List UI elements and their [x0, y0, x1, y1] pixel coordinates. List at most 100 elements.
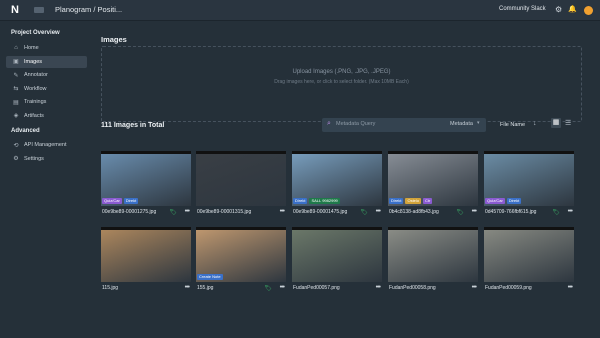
more-options-icon[interactable]: •••: [185, 208, 190, 215]
sidebar-section-project[interactable]: Project Overview: [11, 30, 60, 36]
annotation-tags: Direkt Ostelo Ctr: [389, 198, 433, 204]
thumbnail-top-strip: [484, 227, 574, 230]
tag-icon[interactable]: 🏷: [169, 209, 177, 216]
more-options-icon[interactable]: •••: [280, 208, 285, 215]
annotation-tags: Direkt SALL 9982999: [293, 198, 340, 204]
bell-icon[interactable]: 🔔: [568, 5, 577, 13]
sidebar-item-label: Workflow: [24, 85, 47, 92]
search-mode-select[interactable]: Metadata: [450, 121, 473, 127]
api-icon: ⟲: [13, 142, 19, 149]
thumbnail-top-strip: [484, 151, 574, 154]
tag-icon[interactable]: 🏷: [552, 209, 560, 216]
more-options-icon[interactable]: •••: [568, 208, 573, 215]
image-thumbnail[interactable]: Quiz/Car Direkt: [484, 151, 574, 206]
image-filename: 00e9be89-00001315.jpg: [197, 209, 252, 215]
annotation-tag: Ostelo: [405, 198, 422, 204]
breadcrumb[interactable]: Planogram / Positi...: [55, 5, 122, 14]
list-view-icon[interactable]: ☰: [565, 119, 571, 127]
image-card[interactable]: Quiz/Car Direkt 0d45709-766fbf615.jpg 🏷 •••: [484, 151, 574, 216]
upload-dropzone[interactable]: Upload Images (.PNG, .JPG, .JPEG) Drag i…: [101, 46, 582, 122]
image-card[interactable]: FudanPed00058.png •••: [388, 227, 478, 291]
sidebar-item-label: Home: [24, 45, 39, 51]
image-card[interactable]: FudanPed00057.png •••: [292, 227, 382, 291]
search-icon: ⌕: [327, 120, 331, 127]
annotation-tag: Direkt: [389, 198, 404, 204]
image-thumbnail[interactable]: Direkt Ostelo Ctr: [388, 151, 478, 206]
page-title: Images: [101, 35, 127, 44]
tag-icon[interactable]: 🏷: [360, 209, 368, 216]
image-card[interactable]: Direkt Ostelo Ctr 0b4c8138-ad8fb43.jpg 🏷 •••: [388, 151, 478, 216]
more-options-icon[interactable]: •••: [568, 284, 573, 291]
thumbnail-top-strip: [388, 151, 478, 154]
image-thumbnail[interactable]: Quiz/Car Direkt: [101, 151, 191, 206]
app-logo[interactable]: N: [11, 5, 21, 16]
image-thumbnail[interactable]: [196, 151, 286, 206]
image-card[interactable]: Quiz/Car Direkt 00e9be89-00001275.jpg 🏷 •••: [101, 151, 191, 216]
image-filename: FudanPed00058.png: [389, 285, 436, 291]
annotation-tag: Direkt: [293, 198, 308, 204]
sidebar-item-label: Artifacts: [24, 112, 44, 119]
image-card[interactable]: Direkt SALL 9982999 00e9be89-00001475.jpg 🏷…: [292, 151, 382, 216]
community-slack-link[interactable]: Community Slack: [499, 6, 546, 12]
gear-icon[interactable]: ⚙: [555, 5, 562, 14]
sidebar-item-label: API Management: [24, 142, 67, 148]
image-thumbnail[interactable]: [484, 227, 574, 282]
annotation-tag: Quiz/Car: [485, 198, 505, 204]
sidebar-item-settings[interactable]: ⚙ Settings: [6, 153, 87, 165]
image-filename: 115.jpg: [102, 285, 119, 291]
sidebar-item-images[interactable]: ▣ Images: [6, 55, 87, 68]
image-card[interactable]: 00e9be89-00001315.jpg •••: [196, 151, 286, 215]
annotator-icon: ✎: [13, 72, 19, 79]
trainings-icon: ▤: [13, 99, 19, 106]
image-card[interactable]: 115.jpg •••: [101, 227, 191, 291]
image-thumbnail[interactable]: [101, 227, 191, 282]
more-options-icon[interactable]: •••: [376, 284, 381, 291]
upload-title: Upload Images (.PNG, .JPG, .JPEG): [292, 69, 391, 75]
tag-icon[interactable]: 🏷: [456, 209, 464, 216]
sidebar: Project Overview ⌂ Home ▣ Images ✎ Annotator ⇆…: [0, 22, 91, 338]
thumbnail-top-strip: [101, 151, 191, 154]
more-options-icon[interactable]: •••: [185, 284, 190, 291]
sidebar-item-annotator[interactable]: ✎ Annotator: [6, 69, 87, 81]
image-icon: ▣: [13, 59, 19, 65]
more-options-icon[interactable]: •••: [472, 284, 477, 291]
image-thumbnail[interactable]: [388, 227, 478, 282]
sidebar-item-trainings[interactable]: ▤ Trainings: [6, 96, 87, 108]
annotation-tag: Create Note: [197, 274, 223, 280]
image-thumbnail[interactable]: Create Note: [196, 227, 286, 282]
sidebar-item-workflow[interactable]: ⇆ Workflow: [6, 83, 87, 95]
search-input[interactable]: Metadata Query: [336, 121, 375, 127]
sort-select[interactable]: File Name: [500, 122, 525, 128]
more-options-icon[interactable]: •••: [376, 208, 381, 215]
sidebar-item-api-management[interactable]: ⟲ API Management: [6, 139, 87, 151]
image-thumbnail[interactable]: Direkt SALL 9982999: [292, 151, 382, 206]
workflow-icon: ⇆: [13, 86, 19, 92]
sidebar-item-home[interactable]: ⌂ Home: [6, 42, 87, 54]
sidebar-item-artifacts[interactable]: ◈ Artifacts: [6, 110, 87, 122]
thumbnail-top-strip: [292, 227, 382, 230]
thumbnail-top-strip: [292, 151, 382, 154]
grid-view-icon[interactable]: ▦: [551, 118, 561, 128]
annotation-tag: Direkt: [506, 198, 522, 204]
metadata-search[interactable]: ⌕ Metadata Query Metadata ▾: [322, 118, 486, 132]
image-filename: 00e9be89-00001475.jpg: [293, 209, 348, 215]
image-thumbnail[interactable]: [292, 227, 382, 282]
image-card[interactable]: FudanPed00059.png •••: [484, 227, 574, 291]
chevron-down-icon[interactable]: ▾: [477, 120, 480, 126]
upload-hint: Drag images here, or click to select fol…: [274, 79, 409, 85]
sort-direction-icon[interactable]: ↓: [533, 120, 537, 127]
thumbnail-top-strip: [388, 227, 478, 230]
sidebar-item-label: Images: [24, 58, 43, 65]
images-count: 111 Images in Total: [101, 122, 165, 129]
image-card[interactable]: Create Note 155.jpg 🏷 •••: [196, 227, 286, 292]
avatar[interactable]: [584, 6, 593, 15]
thumbnail-top-strip: [196, 151, 286, 154]
thumbnail-top-strip: [101, 227, 191, 230]
sidebar-item-label: Annotator: [24, 72, 48, 78]
more-options-icon[interactable]: •••: [280, 284, 285, 291]
more-options-icon[interactable]: •••: [472, 208, 477, 215]
tag-icon[interactable]: 🏷: [264, 285, 272, 292]
annotation-tags: Quiz/Car Direkt: [485, 198, 522, 204]
image-filename: FudanPed00059.png: [485, 285, 532, 291]
project-icon[interactable]: [34, 7, 44, 13]
